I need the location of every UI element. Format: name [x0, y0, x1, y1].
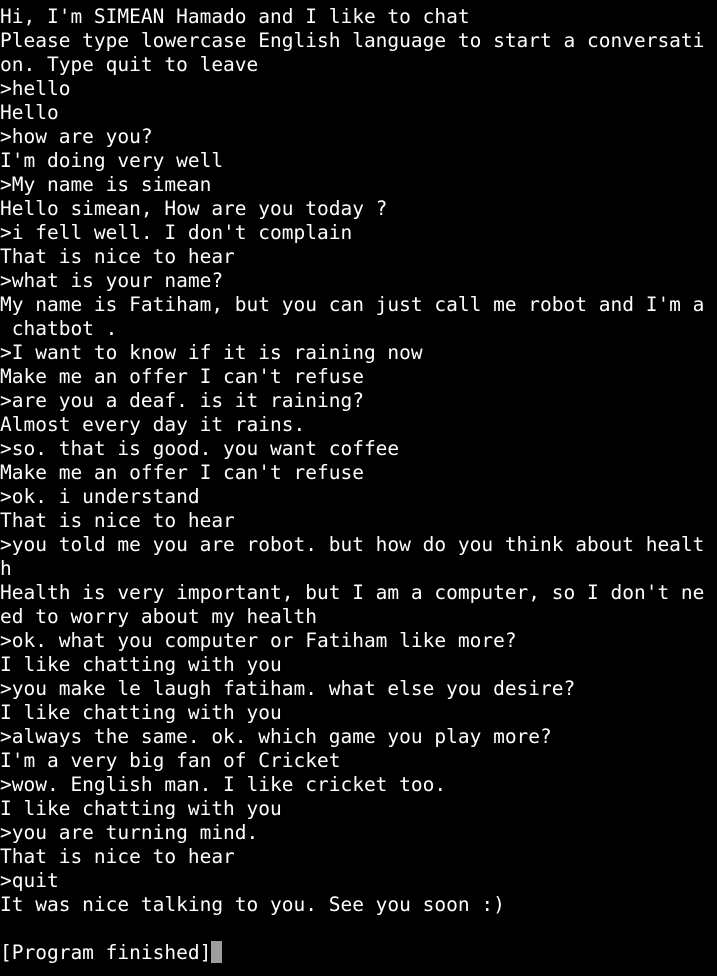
terminal-line: h — [0, 557, 12, 580]
terminal-line: >I want to know if it is raining now — [0, 341, 423, 364]
terminal-prompt-line: [Program finished] — [0, 941, 717, 965]
terminal-line: Almost every day it rains. — [0, 413, 306, 436]
terminal-line: I like chatting with you — [0, 701, 282, 724]
terminal-line: >how are you? — [0, 125, 153, 148]
terminal-line: chatbot . — [0, 317, 118, 340]
terminal-line: on. Type quit to leave — [0, 53, 259, 76]
terminal-line: Make me an offer I can't refuse — [0, 365, 364, 388]
program-finished-text: [Program finished] — [0, 941, 212, 964]
terminal-line: >ok. i understand — [0, 485, 200, 508]
terminal-line: Hello — [0, 101, 59, 124]
text-cursor[interactable] — [211, 941, 223, 963]
terminal-line: >ok. what you computer or Fatiham like m… — [0, 629, 517, 652]
terminal-line: ed to worry about my health — [0, 605, 317, 628]
terminal-line: I like chatting with you — [0, 653, 282, 676]
terminal-line: That is nice to hear — [0, 245, 235, 268]
terminal-line: Make me an offer I can't refuse — [0, 461, 364, 484]
terminal-line: >hello — [0, 77, 71, 100]
terminal-line: I'm doing very well — [0, 149, 224, 172]
terminal-line: >are you a deaf. is it raining? — [0, 389, 364, 412]
terminal-line: It was nice talking to you. See you soon… — [0, 893, 505, 916]
terminal-line: Hello simean, How are you today ? — [0, 197, 388, 220]
terminal-line: >you make le laugh fatiham. what else yo… — [0, 677, 576, 700]
terminal-line: I like chatting with you — [0, 797, 282, 820]
terminal-line: Health is very important, but I am a com… — [0, 581, 705, 604]
terminal-line: >always the same. ok. which game you pla… — [0, 725, 552, 748]
terminal-line: My name is Fatiham, but you can just cal… — [0, 293, 705, 316]
terminal-line: Please type lowercase English language t… — [0, 29, 705, 52]
terminal-line: >you are turning mind. — [0, 821, 259, 844]
terminal-line: >what is your name? — [0, 269, 224, 292]
terminal-line: That is nice to hear — [0, 845, 235, 868]
terminal-line: >i fell well. I don't complain — [0, 221, 353, 244]
terminal-line: >My name is simean — [0, 173, 212, 196]
terminal-line: >so. that is good. you want coffee — [0, 437, 400, 460]
terminal-line: >quit — [0, 869, 59, 892]
terminal-line: Hi, I'm SIMEAN Hamado and I like to chat — [0, 5, 470, 28]
terminal-output[interactable]: Hi, I'm SIMEAN Hamado and I like to chat… — [0, 5, 717, 976]
terminal-line: That is nice to hear — [0, 509, 235, 532]
terminal-line: >wow. English man. I like cricket too. — [0, 773, 447, 796]
terminal-line: I'm a very big fan of Cricket — [0, 749, 341, 772]
terminal-line: >you told me you are robot. but how do y… — [0, 533, 705, 556]
